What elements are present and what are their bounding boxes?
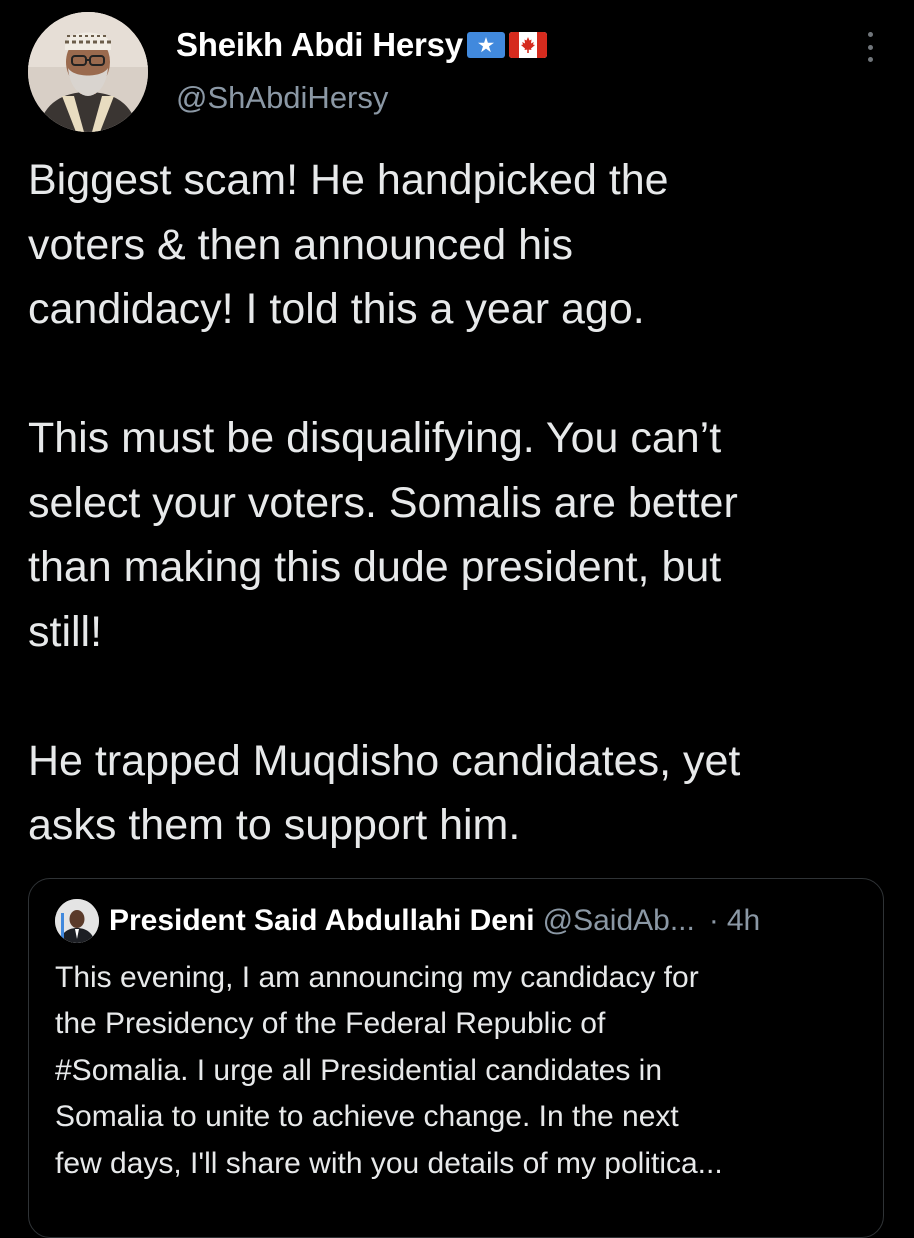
canada-flag-icon xyxy=(508,32,547,58)
menu-dot xyxy=(867,44,873,50)
menu-dot xyxy=(867,32,873,37)
menu-dot xyxy=(867,57,873,62)
more-vertical-icon[interactable] xyxy=(858,32,882,62)
author-line: Sheikh Abdi Hersy xyxy=(176,26,547,64)
quoted-author-avatar[interactable] xyxy=(55,899,99,943)
tweet-text: Biggest scam! He handpicked the voters &… xyxy=(28,148,888,858)
tweet-paragraph: This must be disqualifying. You can’t se… xyxy=(28,414,738,656)
tweet-paragraph: Biggest scam! He handpicked the voters &… xyxy=(28,156,669,333)
author-handle[interactable]: @ShAbdiHersy xyxy=(176,80,388,116)
separator-dot: · xyxy=(708,904,719,937)
quoted-tweet-time[interactable]: 4h xyxy=(727,904,760,938)
quoted-tweet-card[interactable]: President Said Abdullahi Deni @SaidAb...… xyxy=(28,878,884,1238)
quoted-tweet-header: President Said Abdullahi Deni @SaidAb...… xyxy=(55,899,865,943)
author-name[interactable]: Sheikh Abdi Hersy xyxy=(176,26,463,64)
quoted-author-name[interactable]: President Said Abdullahi Deni xyxy=(109,904,535,938)
tweet: Sheikh Abdi Hersy @ShAbdiHersy Biggest s… xyxy=(0,0,914,1238)
avatar-image xyxy=(28,12,148,132)
author-avatar[interactable] xyxy=(28,12,148,132)
quoted-author-handle[interactable]: @SaidAb... xyxy=(543,904,695,938)
somalia-flag-icon xyxy=(466,32,505,58)
quoted-tweet-text: This evening, I am announcing my candida… xyxy=(55,961,723,1180)
tweet-paragraph: He trapped Muqdisho candidates, yet asks… xyxy=(28,736,741,850)
